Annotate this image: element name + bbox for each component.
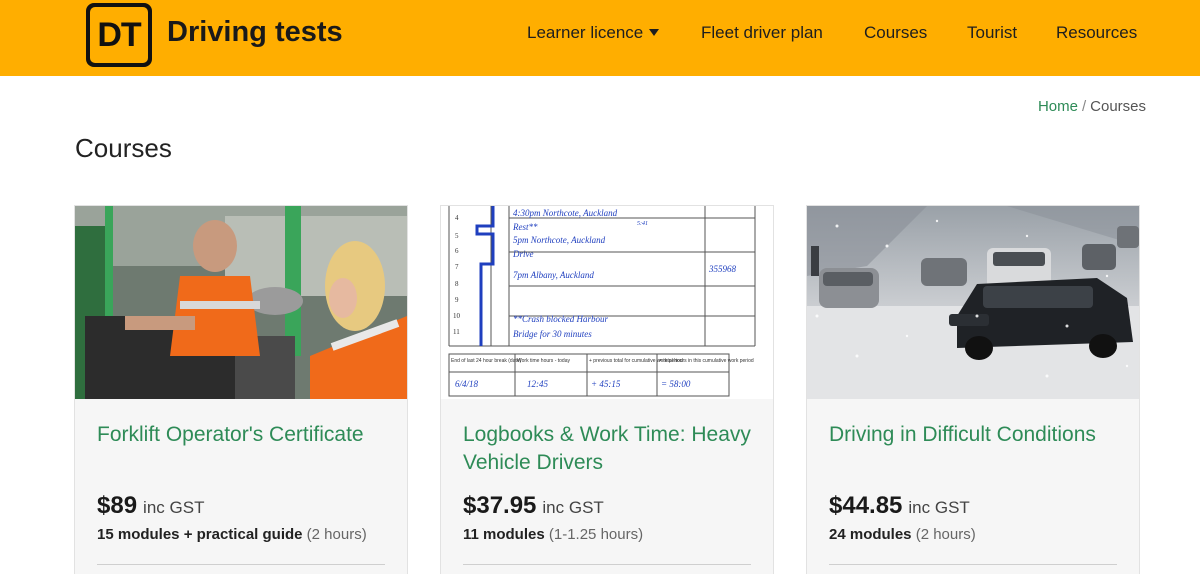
- price-row: $37.95 inc GST: [463, 492, 604, 520]
- hour-label: 10: [453, 312, 461, 320]
- logbook-entry: 7pm Albany, Auckland: [513, 270, 594, 280]
- modules-count: 11 modules: [463, 526, 545, 543]
- card-divider: [829, 564, 1117, 565]
- course-price: $37.95: [463, 492, 537, 519]
- modules-info: 11 modules (1-1.25 hours): [463, 526, 643, 543]
- course-card-difficult-conditions[interactable]: Driving in Difficult Conditions $44.85 in…: [806, 205, 1140, 574]
- nav-tourist[interactable]: Tourist: [967, 23, 1017, 43]
- table-header: = total hours in this cumulative work pe…: [659, 358, 754, 364]
- table-value: 12:45: [527, 379, 548, 389]
- logo[interactable]: DT: [86, 3, 152, 67]
- hour-label: 8: [455, 280, 459, 288]
- price-row: $44.85 inc GST: [829, 492, 970, 520]
- modules-info: 15 modules + practical guide (2 hours): [97, 526, 367, 543]
- modules-info: 24 modules (2 hours): [829, 526, 976, 543]
- logbook-entry: Bridge for 30 minutes: [513, 329, 592, 339]
- logo-text: DT: [90, 7, 148, 63]
- forklift-photo[interactable]: [75, 206, 407, 399]
- brand-name[interactable]: Driving tests: [167, 16, 343, 49]
- course-card-forklift[interactable]: Forklift Operator's Certificate $89 inc G…: [74, 205, 408, 574]
- table-header: Work time hours - today: [517, 358, 570, 364]
- site-header: DT Driving tests Learner licence Fleet d…: [0, 0, 1200, 76]
- table-header: End of last 24 hour break (date): [451, 358, 522, 364]
- hour-label: 11: [453, 328, 460, 336]
- course-title[interactable]: Forklift Operator's Certificate: [97, 421, 397, 449]
- breadcrumb: Home / Courses: [1038, 98, 1146, 115]
- hour-label: 4: [455, 214, 459, 222]
- hour-label: 9: [455, 296, 459, 304]
- table-value: = 58:00: [661, 379, 691, 389]
- odometer-reading: 355968: [708, 264, 737, 274]
- logbook-note: 5:41: [637, 220, 648, 227]
- card-divider: [463, 564, 751, 565]
- modules-count: 24 modules: [829, 526, 912, 543]
- logbook-entry: Drive: [512, 249, 534, 259]
- logbook-entry: 4:30pm Northcote, Auckland: [513, 208, 618, 218]
- course-price: $89: [97, 492, 138, 519]
- table-value: 6/4/18: [455, 379, 479, 389]
- tax-label: inc GST: [143, 498, 205, 517]
- course-card-logbooks[interactable]: 4 5 6 7 8 9 10 11 4:30pm Northcote, Auck…: [440, 205, 774, 574]
- page-title: Courses: [75, 133, 172, 163]
- modules-count: 15 modules + practical guide: [97, 526, 303, 543]
- logbook-entry: **Crash blocked Harbour: [513, 314, 608, 324]
- course-duration: (1-1.25 hours): [548, 526, 644, 543]
- hour-label: 5: [455, 232, 459, 240]
- snow-driving-photo[interactable]: [807, 206, 1139, 399]
- card-divider: [97, 564, 385, 565]
- tax-label: inc GST: [542, 498, 604, 517]
- logbook-entry: Rest**: [512, 222, 538, 232]
- tax-label: inc GST: [908, 498, 970, 517]
- course-duration: (2 hours): [915, 526, 976, 543]
- table-value: + 45:15: [591, 379, 621, 389]
- breadcrumb-home-link[interactable]: Home: [1038, 98, 1078, 115]
- breadcrumb-separator: /: [1081, 98, 1087, 115]
- nav-courses[interactable]: Courses: [864, 23, 927, 43]
- course-title[interactable]: Driving in Difficult Conditions: [829, 421, 1129, 449]
- breadcrumb-current: Courses: [1090, 98, 1146, 115]
- hour-label: 7: [455, 263, 459, 271]
- course-price: $44.85: [829, 492, 903, 519]
- nav-learner-licence-label: Learner licence: [527, 23, 644, 42]
- nav-learner-licence[interactable]: Learner licence: [527, 23, 660, 43]
- price-row: $89 inc GST: [97, 492, 204, 520]
- logbook-image[interactable]: 4 5 6 7 8 9 10 11 4:30pm Northcote, Auck…: [441, 206, 773, 399]
- course-duration: (2 hours): [306, 526, 367, 543]
- nav-resources[interactable]: Resources: [1056, 23, 1137, 43]
- course-title[interactable]: Logbooks & Work Time: Heavy Vehicle Driv…: [463, 421, 763, 477]
- nav-fleet-driver-plan[interactable]: Fleet driver plan: [701, 23, 823, 43]
- hour-label: 6: [455, 247, 459, 255]
- caret-down-icon: [649, 29, 660, 36]
- logbook-entry: 5pm Northcote, Auckland: [513, 235, 606, 245]
